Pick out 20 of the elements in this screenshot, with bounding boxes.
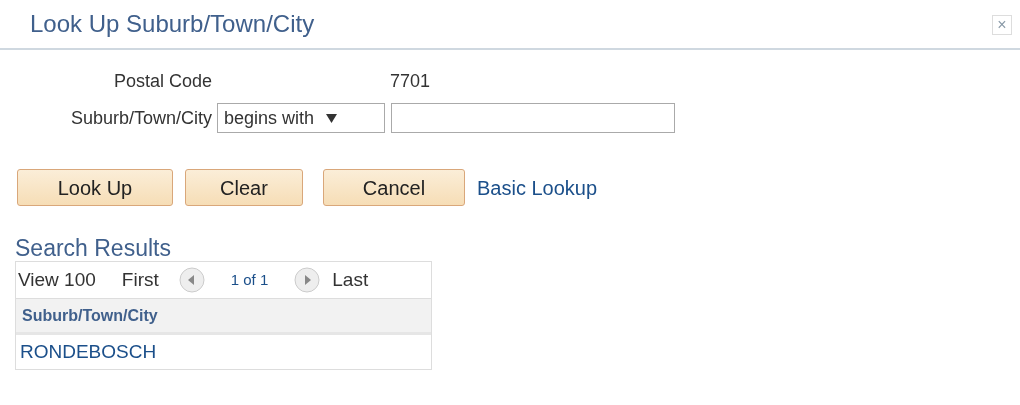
field-label: Suburb/Town/City xyxy=(69,106,212,130)
field-label: Postal Code xyxy=(112,70,212,93)
basic-lookup-link[interactable]: Basic Lookup xyxy=(477,172,598,203)
cancel-button[interactable]: Cancel xyxy=(323,169,465,206)
column-header[interactable]: Suburb/Town/City xyxy=(16,298,431,336)
next-icon[interactable] xyxy=(294,267,321,294)
page-count: 1 of 1 xyxy=(230,270,269,291)
clear-button[interactable]: Clear xyxy=(185,169,303,206)
caret-icon xyxy=(326,113,338,123)
first-link[interactable]: First xyxy=(121,266,159,295)
previous-icon[interactable] xyxy=(178,267,205,294)
last-link[interactable]: Last xyxy=(332,266,369,295)
view-count[interactable]: View 100 xyxy=(18,266,96,295)
window-title: Look Up Suburb/Town/City xyxy=(30,9,315,39)
field-value: 7701 xyxy=(390,70,431,93)
section-title: Search Results xyxy=(15,236,172,262)
operator-dropdown[interactable]: begins with xyxy=(217,103,385,133)
look-up-button[interactable]: Look Up xyxy=(17,169,173,206)
search-field[interactable] xyxy=(391,103,675,133)
result-link[interactable]: RONDEBOSCH xyxy=(16,335,431,370)
